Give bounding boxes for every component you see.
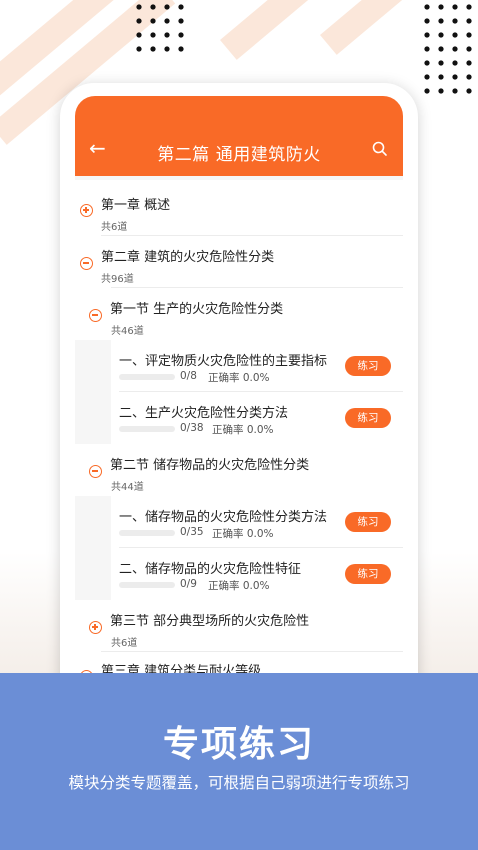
collapse-icon[interactable] xyxy=(80,257,93,270)
accuracy-text: 正确率 0.0% xyxy=(212,424,274,436)
progress-bar xyxy=(119,374,175,380)
section-count: 共46道 xyxy=(111,326,144,337)
practice-button[interactable]: 练习 xyxy=(345,564,391,584)
app-screen: ← 第二篇 通用建筑防火 第一章 概述 共6道 第二章 建筑的火灾危险性分类 共… xyxy=(75,96,403,696)
topic-row[interactable]: 一、评定物质火灾危险性的主要指标 0/8 正确率 0.0% 练习 xyxy=(111,340,403,392)
section-name: 第一节 生产的火灾危险性分类 xyxy=(110,302,284,317)
accuracy-text: 正确率 0.0% xyxy=(208,372,270,384)
topic-row[interactable]: 二、生产火灾危险性分类方法 0/38 正确率 0.0% 练习 xyxy=(111,392,403,444)
collapse-icon[interactable] xyxy=(89,309,102,322)
chapter-count: 共96道 xyxy=(101,274,134,285)
decor-dots xyxy=(420,0,478,96)
section-row[interactable]: 第二节 储存物品的火灾危险性分类 共44道 xyxy=(75,444,403,496)
banner-subtitle: 模块分类专题覆盖，可根据自己弱项进行专项练习 xyxy=(68,774,410,792)
topic-row[interactable]: 二、储存物品的火灾危险性特征 0/9 正确率 0.0% 练习 xyxy=(111,548,403,600)
feature-banner: 专项练习 模块分类专题覆盖，可根据自己弱项进行专项练习 xyxy=(0,673,478,850)
topic-row[interactable]: 一、储存物品的火灾危险性分类方法 0/35 正确率 0.0% 练习 xyxy=(111,496,403,548)
decor-stripe xyxy=(320,0,437,55)
progress-count: 0/8 xyxy=(180,370,197,382)
progress-bar xyxy=(119,426,175,432)
section-count: 共44道 xyxy=(111,482,144,493)
topic-name: 二、储存物品的火灾危险性特征 xyxy=(119,562,302,577)
progress-bar xyxy=(119,530,175,536)
chapter-name: 第二章 建筑的火灾危险性分类 xyxy=(101,250,275,265)
progress-count: 0/38 xyxy=(180,422,204,434)
practice-button[interactable]: 练习 xyxy=(345,408,391,428)
section-row[interactable]: 第三节 部分典型场所的火灾危险性 共6道 xyxy=(75,600,403,652)
progress-count: 0/35 xyxy=(180,526,204,538)
app-bar: ← 第二篇 通用建筑防火 xyxy=(75,96,403,176)
chapter-name: 第一章 概述 xyxy=(101,198,171,213)
chapter-count: 共6道 xyxy=(101,222,128,233)
expand-icon[interactable] xyxy=(80,204,93,217)
topic-name: 一、储存物品的火灾危险性分类方法 xyxy=(119,510,328,525)
chapter-row[interactable]: 第二章 建筑的火灾危险性分类 共96道 xyxy=(75,236,403,288)
practice-button[interactable]: 练习 xyxy=(345,512,391,532)
practice-button[interactable]: 练习 xyxy=(345,356,391,376)
section-name: 第三节 部分典型场所的火灾危险性 xyxy=(110,614,310,629)
search-icon[interactable] xyxy=(371,140,389,158)
progress-bar xyxy=(119,582,175,588)
topic-name: 一、评定物质火灾危险性的主要指标 xyxy=(119,354,328,369)
collapse-icon[interactable] xyxy=(89,465,102,478)
chapter-row[interactable]: 第一章 概述 共6道 xyxy=(75,180,403,236)
section-row[interactable]: 第一节 生产的火灾危险性分类 共46道 xyxy=(75,288,403,340)
accuracy-text: 正确率 0.0% xyxy=(212,528,274,540)
progress-count: 0/9 xyxy=(180,578,197,590)
section-name: 第二节 储存物品的火灾危险性分类 xyxy=(110,458,310,473)
accuracy-text: 正确率 0.0% xyxy=(208,580,270,592)
expand-icon[interactable] xyxy=(89,621,102,634)
decor-dots xyxy=(132,0,188,56)
section-count: 共6道 xyxy=(111,638,138,649)
page-title: 第二篇 通用建筑防火 xyxy=(157,145,321,165)
banner-title: 专项练习 xyxy=(162,724,315,765)
topic-name: 二、生产火灾危险性分类方法 xyxy=(119,406,289,421)
